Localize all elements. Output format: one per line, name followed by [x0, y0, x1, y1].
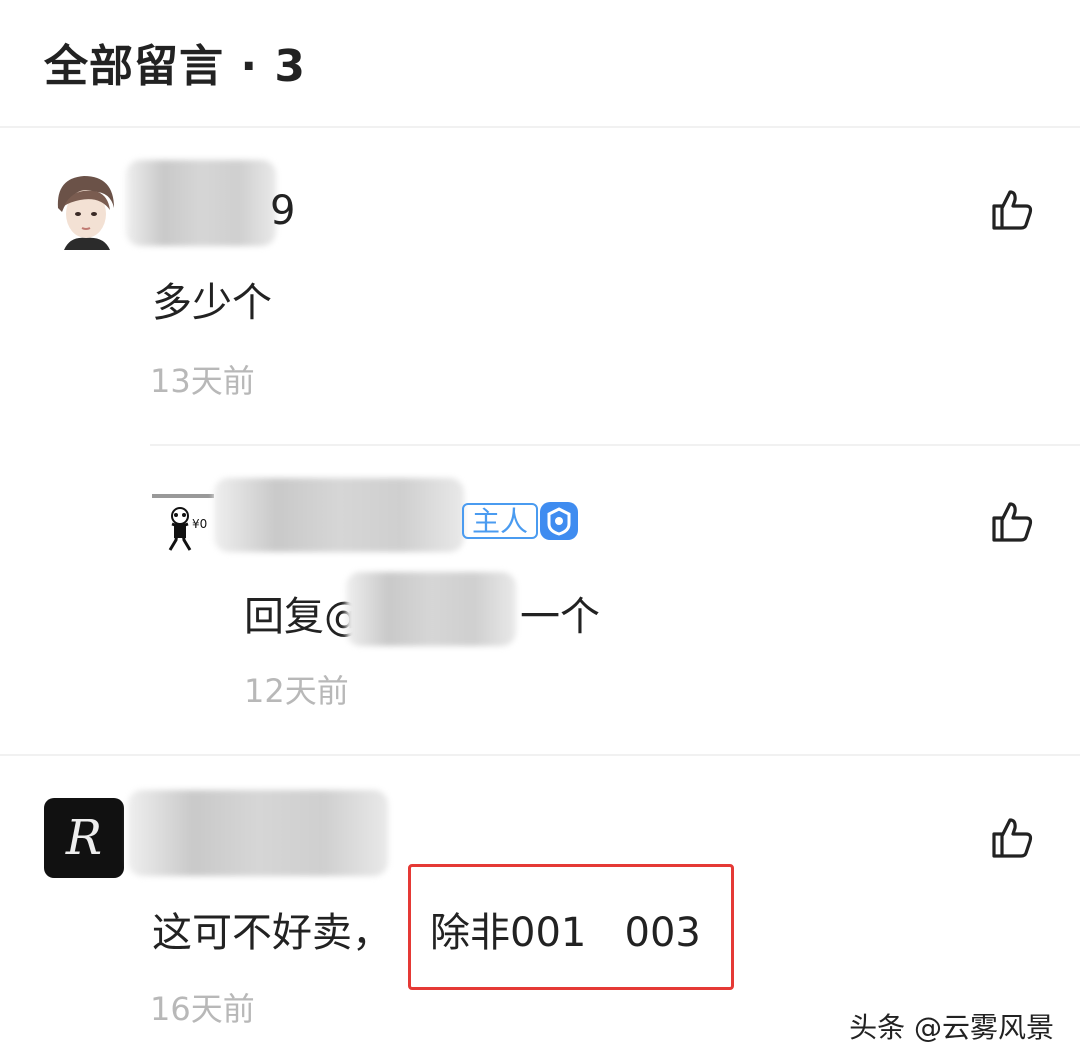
watermark: 头条 @云雾风景 — [849, 1011, 1054, 1044]
author-badge: 主人 — [462, 503, 539, 539]
username-blurred — [126, 160, 276, 246]
username-visible-part[interactable]: 9 — [270, 188, 295, 234]
reply-avatar[interactable]: ¥0 — [148, 490, 218, 554]
thumbs-up-icon — [992, 190, 1033, 230]
page-title: 全部留言 · 3 — [44, 41, 306, 92]
thumbs-up-icon — [992, 502, 1033, 542]
reply-username-blurred — [214, 478, 464, 552]
thumbs-up-icon — [992, 818, 1033, 858]
like-button[interactable] — [988, 186, 1036, 234]
comment-text: 多少个 — [152, 280, 272, 326]
reply-divider — [150, 444, 1080, 446]
reply-time: 12天前 — [244, 672, 349, 710]
avatar[interactable]: R — [44, 798, 124, 878]
comment-divider — [0, 754, 1080, 756]
header-divider — [0, 126, 1080, 128]
username-blurred — [128, 790, 388, 876]
comment-time: 13天前 — [150, 362, 255, 400]
avatar[interactable] — [50, 168, 122, 250]
verified-badge-icon — [540, 502, 578, 540]
comment-time: 16天前 — [150, 990, 255, 1028]
comment-text-highlight: 除非001 003 — [430, 910, 701, 956]
like-button[interactable] — [988, 814, 1036, 862]
reply-mention-blurred — [346, 572, 516, 646]
reply-text-suffix: 一个 — [520, 594, 600, 640]
comment-text-prefix: 这可不好卖， — [152, 910, 392, 956]
svg-text:¥0: ¥0 — [192, 517, 207, 531]
reply-like-button[interactable] — [988, 498, 1036, 546]
